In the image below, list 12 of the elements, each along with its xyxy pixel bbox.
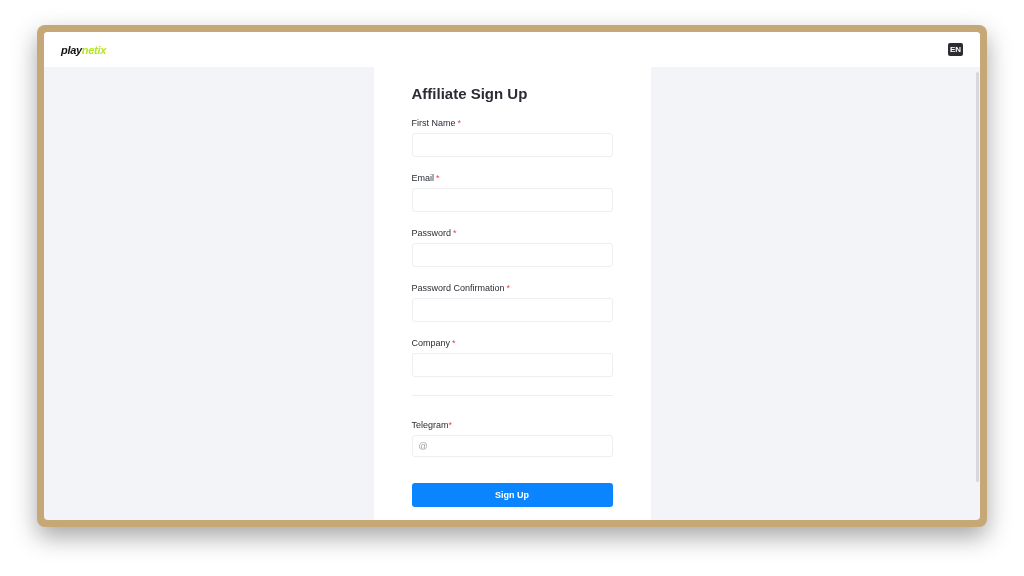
form-title: Affiliate Sign Up	[411, 85, 529, 102]
field-label: First Name *	[411, 118, 463, 128]
input-field[interactable]: @	[411, 435, 613, 457]
field-label: Company *	[411, 338, 457, 348]
field-label: Telegram*	[411, 420, 454, 430]
logo: playnetix	[61, 43, 106, 56]
field-label: Password Confirmation *	[411, 283, 512, 293]
field-label: Email *	[411, 173, 441, 183]
language-button[interactable]: EN	[947, 43, 963, 56]
sign-up-button[interactable]: Sign Up	[411, 483, 613, 507]
scrollbar[interactable]	[976, 72, 979, 482]
field-label: Password *	[411, 228, 458, 238]
